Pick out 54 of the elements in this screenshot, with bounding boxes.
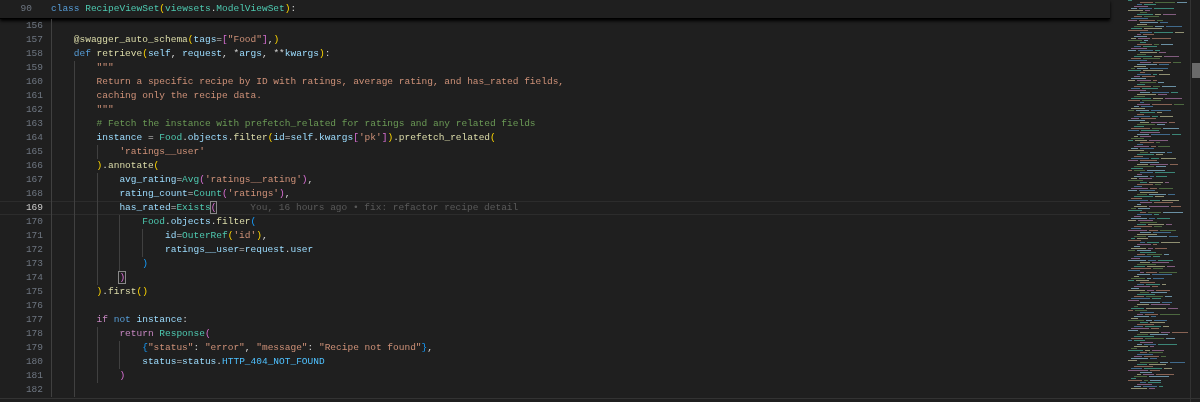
code-line: ) (119, 368, 126, 383)
line-number: 169 (24, 200, 43, 215)
line-number: 182 (24, 382, 43, 397)
line-number: 171 (24, 228, 43, 243)
code-line: return Response( (119, 326, 211, 341)
scrollbar-thumb[interactable] (1192, 63, 1200, 78)
line-number: 156 (24, 18, 43, 33)
line-number: 157 (24, 32, 43, 47)
code-line: id=OuterRef('id'), (165, 228, 268, 243)
line-number: 90 (19, 1, 32, 16)
line-number: 164 (24, 130, 43, 145)
line-number: 178 (24, 326, 43, 341)
code-line: Return a specific recipe by ID with ratings, average rating, and has_rated fields, (96, 74, 565, 89)
code-line: if not instance: (96, 312, 188, 327)
line-number: 158 (24, 46, 43, 61)
line-number: 166 (24, 158, 43, 173)
code-line: ).annotate( (96, 158, 160, 173)
code-line: instance = Food.objects.filter(id=self.kwargs['pk']).prefetch_related( (96, 130, 496, 145)
code-line: ) (119, 270, 126, 285)
code-line: """ (96, 60, 114, 75)
code-line: ratings__user=request.user (165, 242, 314, 257)
code-line: @swagger_auto_schema(tags=["Food"],) (73, 32, 280, 47)
line-number: 167 (24, 172, 43, 187)
code-line: has_rated=Exists( (119, 200, 217, 215)
code-line: ) (142, 256, 148, 271)
code-line: {"status": "error", "message": "Recipe not found"}, (142, 340, 433, 355)
code-line: # Fetch the instance with prefetch_related for ratings and any related fields (96, 116, 536, 131)
line-number: 174 (24, 270, 43, 285)
code-line: rating_count=Count('ratings'), (119, 186, 291, 201)
line-number: 162 (24, 102, 43, 117)
code-line: avg_rating=Avg('ratings__rating'), (119, 172, 314, 187)
line-number: 165 (24, 144, 43, 159)
line-number: 160 (24, 74, 43, 89)
line-number: 159 (24, 60, 43, 75)
line-number: 179 (24, 340, 43, 355)
line-number: 168 (24, 186, 43, 201)
line-number: 176 (24, 298, 43, 313)
code-line: ).first() (96, 284, 148, 299)
code-line: def retrieve(self, request, *args, **kwargs): (73, 46, 331, 61)
line-number: 181 (24, 368, 43, 383)
line-number: 177 (24, 312, 43, 327)
line-number: 170 (24, 214, 43, 229)
code-line: status=status.HTTP_404_NOT_FOUND (142, 354, 325, 369)
code-line: """ (96, 102, 114, 117)
line-number: 173 (24, 256, 43, 271)
line-number: 163 (24, 116, 43, 131)
code-line: 'ratings__user' (119, 144, 205, 159)
line-number: 175 (24, 284, 43, 299)
line-number: 172 (24, 242, 43, 257)
line-number: 161 (24, 88, 43, 103)
code-line: caching only the recipe data. (96, 88, 262, 103)
line-number: 180 (24, 354, 43, 369)
code-line: class RecipeViewSet(viewsets.ModelViewSet): (51, 1, 297, 16)
code-line: Food.objects.filter( (142, 214, 257, 229)
